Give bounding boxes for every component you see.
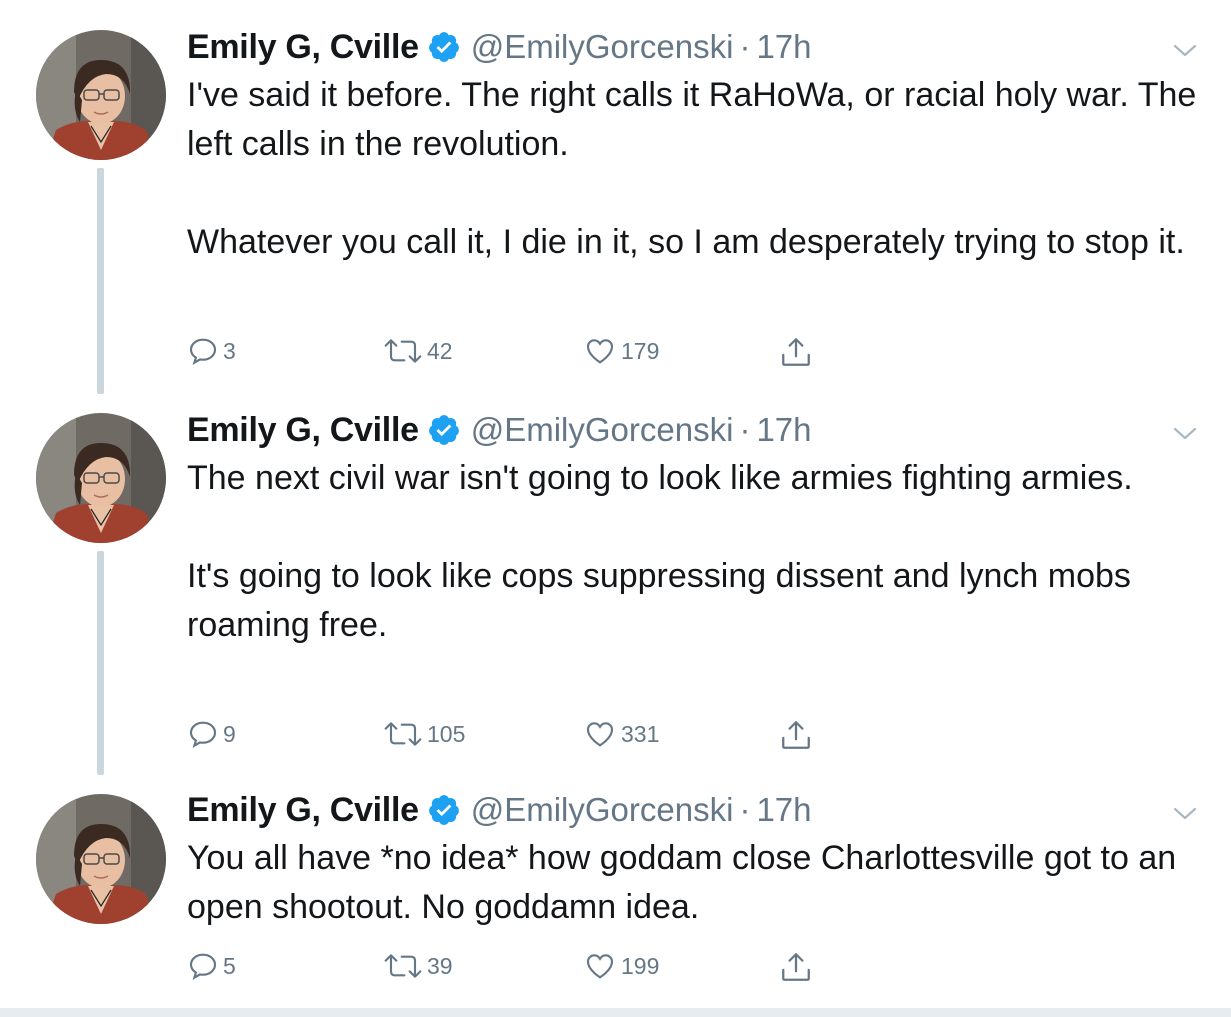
thread-line [97,168,104,394]
avatar[interactable] [36,413,166,543]
author-handle[interactable]: @EmilyGorcenski [471,791,734,829]
tweet-timestamp[interactable]: 17h [756,28,811,66]
tweet-paragraph: The next civil war isn't going to look l… [187,459,1133,497]
like-count: 331 [621,720,660,747]
heart-icon [586,954,614,979]
tweet-paragraph: Whatever you call it, I die in it, so I … [187,223,1185,261]
chevron-down-icon[interactable] [1170,418,1200,448]
chevron-down-icon[interactable] [1170,35,1200,65]
tweet-header: Emily G, Cville @EmilyGorcenski · 17h [187,790,812,830]
author-handle[interactable]: @EmilyGorcenski [471,28,734,66]
tweet-actions: 3 42 179 [187,335,827,371]
tweet-paragraph: It's going to look like cops suppressing… [187,557,1131,644]
retweet-icon [384,954,422,978]
reply-button[interactable]: 5 [187,950,236,982]
tweet-text: The next civil war isn't going to look l… [187,454,1217,650]
tweet-actions: 9 105 331 [187,718,827,754]
heart-icon [586,339,614,364]
tweet-timestamp[interactable]: 17h [756,791,811,829]
reply-button[interactable]: 3 [187,335,236,367]
share-icon [782,721,810,749]
avatar[interactable] [36,30,166,160]
share-icon [782,338,810,366]
retweet-icon [384,722,422,746]
reply-icon [189,338,217,366]
verified-badge-icon [428,32,459,62]
share-icon [782,953,810,981]
chevron-down-icon[interactable] [1170,798,1200,828]
tweet-header: Emily G, Cville @EmilyGorcenski · 17h [187,27,812,67]
share-button[interactable] [778,950,814,984]
reply-button[interactable]: 9 [187,718,236,750]
feed-divider [0,1008,1231,1017]
retweet-count: 42 [427,337,453,364]
separator-dot: · [739,28,751,65]
like-button[interactable]: 199 [583,950,659,982]
like-button[interactable]: 179 [583,335,659,367]
separator-dot: · [739,791,751,828]
like-count: 199 [621,952,660,979]
tweet-header: Emily G, Cville @EmilyGorcenski · 17h [187,410,812,450]
tweet-actions: 5 39 199 [187,950,827,986]
verified-badge-icon [428,795,459,825]
share-button[interactable] [778,718,814,752]
reply-icon [189,721,217,749]
author-name[interactable]: Emily G, Cville [187,28,419,67]
retweet-button[interactable]: 42 [383,335,453,367]
reply-count: 3 [223,337,236,364]
tweet-timestamp[interactable]: 17h [756,411,811,449]
reply-count: 5 [223,952,236,979]
author-name[interactable]: Emily G, Cville [187,791,419,830]
tweet-text: I've said it before. The right calls it … [187,71,1217,267]
like-button[interactable]: 331 [583,718,659,750]
reply-count: 9 [223,720,236,747]
like-count: 179 [621,337,660,364]
tweet-paragraph: You all have *no idea* how goddam close … [187,839,1177,926]
retweet-count: 39 [427,952,453,979]
share-button[interactable] [778,335,814,369]
author-handle[interactable]: @EmilyGorcenski [471,411,734,449]
heart-icon [586,722,614,747]
reply-icon [189,953,217,981]
tweet-text: You all have *no idea* how goddam close … [187,834,1217,932]
tweet-paragraph: I've said it before. The right calls it … [187,76,1197,163]
retweet-count: 105 [427,720,466,747]
separator-dot: · [739,411,751,448]
avatar[interactable] [36,794,166,924]
author-name[interactable]: Emily G, Cville [187,411,419,450]
verified-badge-icon [428,415,459,445]
retweet-button[interactable]: 39 [383,950,453,982]
retweet-icon [384,339,422,363]
retweet-button[interactable]: 105 [383,718,465,750]
thread-line [97,551,104,775]
